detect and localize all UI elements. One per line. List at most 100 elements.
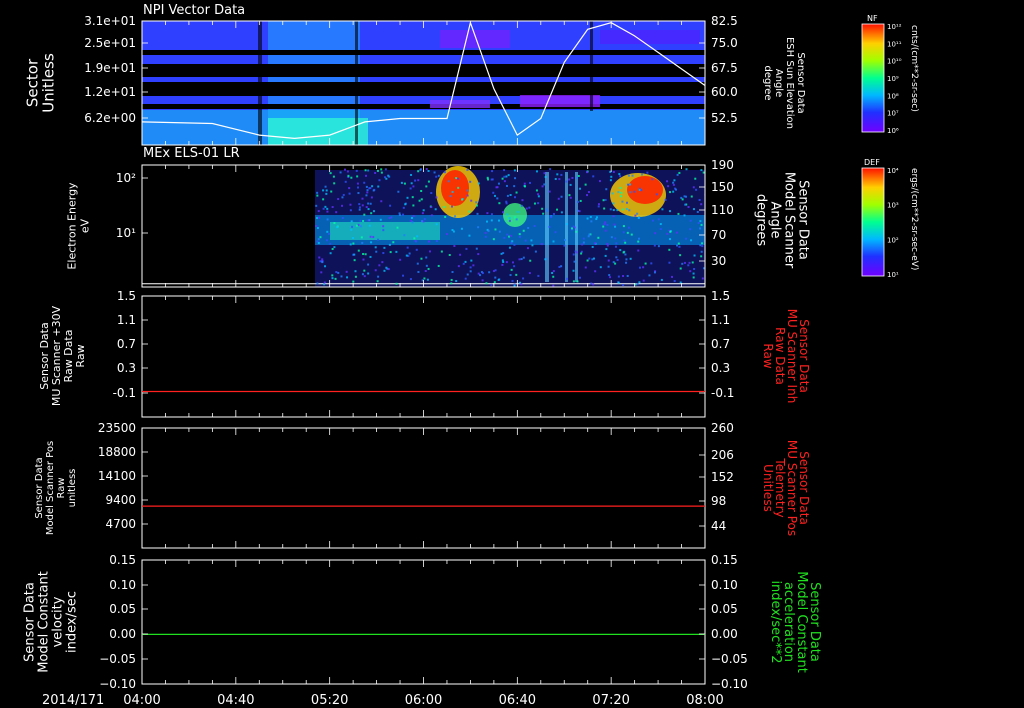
els-speckle <box>390 216 393 219</box>
els-speckle <box>641 173 644 176</box>
els-speckle <box>528 272 531 275</box>
els-speckle <box>511 261 514 264</box>
els-speckle <box>380 168 383 171</box>
els-speckle <box>498 202 501 205</box>
els-speckle <box>490 283 493 286</box>
els-speckle <box>609 208 612 211</box>
els-speckle <box>316 191 319 194</box>
els-speckle <box>497 219 500 222</box>
left-tick-label: 1.2e+01 <box>84 85 136 99</box>
els-speckle <box>317 238 320 241</box>
els-speckle <box>377 238 380 241</box>
els-speckle <box>325 239 328 242</box>
els-speckle <box>657 218 660 221</box>
els-speckle <box>334 277 337 280</box>
els-speckle <box>699 227 702 230</box>
els-speckle <box>366 189 369 192</box>
els-speckle <box>350 220 353 223</box>
els-speckle <box>642 266 645 269</box>
els-speckle <box>616 258 619 261</box>
els-speckle <box>369 235 372 238</box>
els-speckle <box>521 199 524 202</box>
els-speckle <box>568 178 571 181</box>
els-burst-2-core <box>627 176 663 204</box>
axis-title-line: Electron Energy <box>65 182 78 270</box>
els-speckle <box>370 241 373 244</box>
els-speckle <box>523 182 526 185</box>
els-speckle <box>655 193 658 196</box>
right-tick-label: 260 <box>711 421 734 435</box>
els-speckle <box>323 281 326 284</box>
colorbar-nf-ticks: 10¹² 10¹¹ 10¹⁰ 10⁹ 10⁸ 10⁷ 10⁶ <box>887 23 902 135</box>
els-speckle <box>518 235 521 238</box>
els-speckle <box>651 219 654 222</box>
els-speckle <box>528 206 531 209</box>
els-speckle <box>444 215 447 218</box>
els-speckle <box>427 267 430 270</box>
els-speckle <box>367 202 370 205</box>
els-speckle <box>677 242 680 245</box>
colorbar-tick-label: 10⁴ <box>887 167 899 175</box>
els-speckle <box>530 239 533 242</box>
els-speckle <box>610 175 613 178</box>
els-speckle <box>457 177 460 180</box>
els-speckle <box>349 203 352 206</box>
els-speckle <box>494 194 497 197</box>
els-speckle <box>623 239 626 242</box>
els-speckle <box>622 251 625 254</box>
els-speckle <box>552 212 555 215</box>
els-speckle <box>668 261 671 264</box>
els-speckle <box>451 270 454 273</box>
els-speckle <box>377 185 380 188</box>
els-speckle <box>508 219 511 222</box>
els-speckle <box>381 261 384 264</box>
els-speckle <box>514 177 517 180</box>
els-speckle <box>382 225 385 228</box>
colorbar-tick-label: 10⁶ <box>887 127 899 135</box>
els-speckle <box>326 218 329 221</box>
els-speckle <box>408 252 411 255</box>
els-speckle <box>359 219 362 222</box>
left-tick-label: −0.10 <box>99 677 136 691</box>
els-speckle <box>398 212 401 215</box>
els-speckle <box>598 180 601 183</box>
right-tick-label: 150 <box>711 180 734 194</box>
els-speckle <box>501 177 504 180</box>
left-tick-label: 23500 <box>98 421 136 435</box>
els-speckle <box>502 211 505 214</box>
els-speckle <box>537 202 540 205</box>
els-speckle <box>397 190 400 193</box>
els-speckle <box>419 168 422 171</box>
els-speckle <box>585 171 588 174</box>
els-speckle <box>604 221 607 224</box>
els-speckle <box>358 203 361 206</box>
els-speckle <box>661 208 664 211</box>
els-speckle <box>503 236 506 239</box>
els-speckle <box>640 189 643 192</box>
els-speckle <box>367 169 370 172</box>
els-speckle <box>659 223 662 226</box>
els-speckle <box>352 242 355 245</box>
els-speckle <box>332 175 335 178</box>
els-speckle <box>672 190 675 193</box>
els-speckle <box>372 189 375 192</box>
els-speckle <box>450 205 453 208</box>
els-speckle <box>361 273 364 276</box>
els-speckle <box>622 275 625 278</box>
els-speckle <box>328 232 331 235</box>
axis-title-line: Model Scanner <box>781 172 796 269</box>
els-speckle <box>339 171 342 174</box>
panel5-frame <box>141 559 706 685</box>
els-speckle <box>374 171 377 174</box>
els-speckle <box>617 281 620 284</box>
els-speckle <box>349 209 352 212</box>
els-speckle <box>318 256 321 259</box>
els-speckle <box>701 242 704 245</box>
els-speckle <box>526 247 529 250</box>
els-speckle <box>349 243 352 246</box>
els-speckle <box>579 199 582 202</box>
els-speckle <box>375 250 378 253</box>
els-speckle <box>508 246 511 249</box>
els-speckle <box>369 202 372 205</box>
els-speckle <box>412 185 415 188</box>
